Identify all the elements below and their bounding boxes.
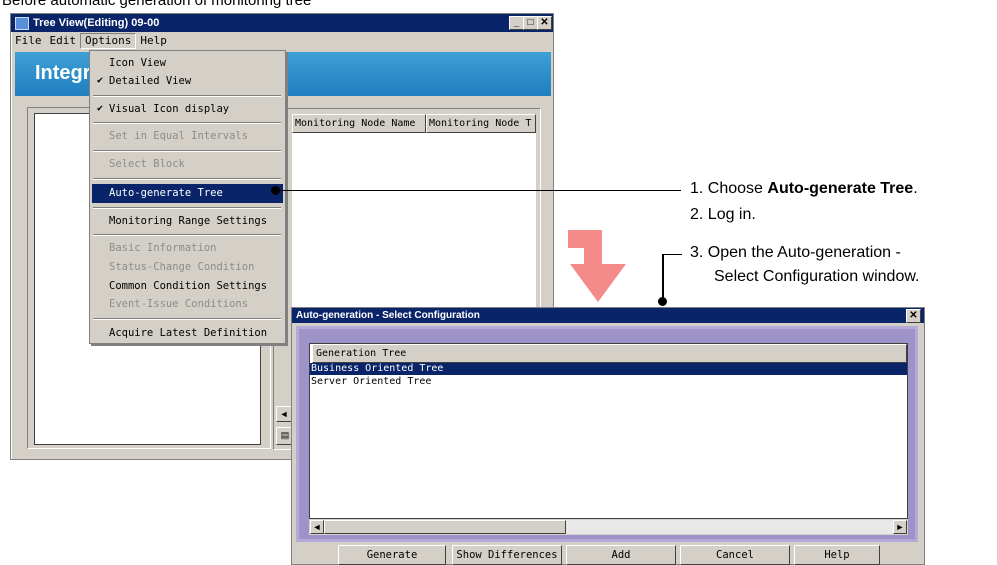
callout-line-1: [276, 190, 681, 191]
menu-item-set-in-equal-intervals: Set in Equal Intervals: [90, 128, 285, 144]
tree-view-title: Tree View(Editing) 09-00: [33, 17, 160, 29]
menu-item-detailed-view[interactable]: ✔ Detailed View: [90, 73, 285, 89]
step-3-line-2: Select Configuration window.: [714, 268, 920, 285]
add-button[interactable]: Add: [566, 545, 676, 565]
step-3-line-1: 3. Open the Auto-generation -: [690, 244, 901, 261]
menu-item-status-change-condition: Status-Change Condition: [90, 259, 285, 278]
cancel-button[interactable]: Cancel: [680, 545, 790, 565]
tree-view-titlebar: Tree View(Editing) 09-00 _ □ ✕: [11, 14, 553, 32]
step-1-prefix: 1. Choose: [690, 180, 768, 197]
generate-button[interactable]: Generate: [338, 545, 446, 565]
callout-dot-3: [658, 297, 667, 306]
menu-item-label: Monitoring Range Settings: [109, 215, 268, 227]
step-1-text: 1. Choose Auto-generate Tree.: [690, 180, 918, 198]
menu-item-select-block: Select Block: [90, 156, 285, 172]
scroll-left-icon[interactable]: ◄: [310, 520, 324, 534]
close-icon[interactable]: ✕: [906, 309, 921, 323]
checkmark-icon: ✔: [97, 75, 104, 86]
close-button[interactable]: ✕: [537, 16, 552, 30]
menu-separator: [93, 95, 281, 97]
callout-line-3-vertical: [662, 254, 664, 300]
list-item-label: Server Oriented Tree: [311, 376, 432, 387]
menu-item-event-issue-conditions: Event-Issue Conditions: [90, 296, 285, 315]
scroll-thumb[interactable]: [324, 520, 566, 534]
menu-separator: [93, 150, 281, 152]
menu-separator: [93, 234, 281, 236]
step-1-bold: Auto-generate Tree: [767, 180, 914, 197]
list-item-server-oriented-tree[interactable]: Server Oriented Tree: [310, 376, 907, 388]
figure-caption: Before automatic generation of monitorin…: [2, 0, 312, 9]
menu-item-common-condition-settings[interactable]: Common Condition Settings: [90, 278, 285, 297]
checkmark-icon: ✔: [97, 103, 104, 114]
list-header-generation-tree[interactable]: Generation Tree: [312, 344, 907, 363]
menu-item-icon-view[interactable]: Icon View: [90, 55, 285, 71]
column-monitoring-node-type[interactable]: Monitoring Node T: [426, 114, 536, 133]
menu-item-auto-generate-tree[interactable]: Auto-generate Tree: [92, 184, 283, 203]
step-1-suffix: .: [913, 180, 918, 197]
menubar: File Edit Options Help: [11, 32, 553, 50]
selection-frame: Generation Tree Business Oriented Tree S…: [296, 326, 918, 542]
tree-view-app-icon: [15, 17, 29, 30]
callout-line-3-horizontal: [662, 254, 682, 255]
menu-separator: [93, 178, 281, 180]
show-differences-button[interactable]: Show Differences: [452, 545, 562, 565]
menu-edit[interactable]: Edit: [46, 32, 81, 50]
menu-separator: [93, 207, 281, 209]
horizontal-scrollbar[interactable]: ◄ ►: [309, 519, 908, 535]
scroll-left-icon[interactable]: ◄: [276, 406, 292, 422]
menu-item-label: Icon View: [109, 57, 166, 69]
auto-generation-titlebar: Auto-generation - Select Configuration ✕: [292, 308, 924, 323]
menu-item-label: Acquire Latest Definition: [109, 327, 268, 339]
menu-item-label: Select Block: [109, 158, 185, 170]
down-arrow-icon: [568, 230, 626, 302]
list-header-label: Generation Tree: [316, 348, 407, 359]
scroll-right-icon[interactable]: ►: [893, 520, 907, 534]
menu-separator: [93, 318, 281, 320]
menu-item-acquire-latest-definition[interactable]: Acquire Latest Definition: [90, 325, 285, 341]
menu-item-basic-information: Basic Information: [90, 240, 285, 259]
menu-help[interactable]: Help: [136, 32, 171, 50]
menu-item-label: Auto-generate Tree: [109, 187, 223, 199]
menu-item-visual-icon-display[interactable]: ✔ Visual Icon display: [90, 101, 285, 117]
menu-separator: [93, 122, 281, 124]
list-item-label: Business Oriented Tree: [311, 363, 444, 374]
menu-item-label: Set in Equal Intervals: [109, 130, 249, 142]
menu-item-label: Detailed View: [109, 75, 192, 87]
column-monitoring-node-name[interactable]: Monitoring Node Name: [292, 114, 426, 133]
list-item-business-oriented-tree[interactable]: Business Oriented Tree: [310, 363, 907, 375]
minimize-button[interactable]: _: [509, 16, 524, 30]
step-2-text: 2. Log in.: [690, 206, 756, 223]
menu-file[interactable]: File: [11, 32, 46, 50]
menu-item-label: Status-Change Condition: [109, 261, 255, 273]
menu-options[interactable]: Options: [80, 33, 137, 49]
menu-item-label: Visual Icon display: [109, 103, 230, 115]
auto-generation-window: Auto-generation - Select Configuration ✕…: [291, 307, 925, 565]
menu-item-label: Common Condition Settings: [109, 280, 268, 292]
menu-item-label: Basic Information: [109, 242, 217, 254]
help-button[interactable]: Help: [794, 545, 880, 565]
auto-generation-title: Auto-generation - Select Configuration: [296, 310, 480, 321]
options-menu: Icon View ✔ Detailed View ✔ Visual Icon di…: [89, 50, 286, 344]
generation-tree-list[interactable]: Generation Tree Business Oriented Tree S…: [309, 343, 908, 519]
menu-item-label: Event-Issue Conditions: [109, 298, 249, 310]
menu-item-monitoring-range-settings[interactable]: Monitoring Range Settings: [90, 213, 285, 229]
maximize-button[interactable]: □: [523, 16, 538, 30]
